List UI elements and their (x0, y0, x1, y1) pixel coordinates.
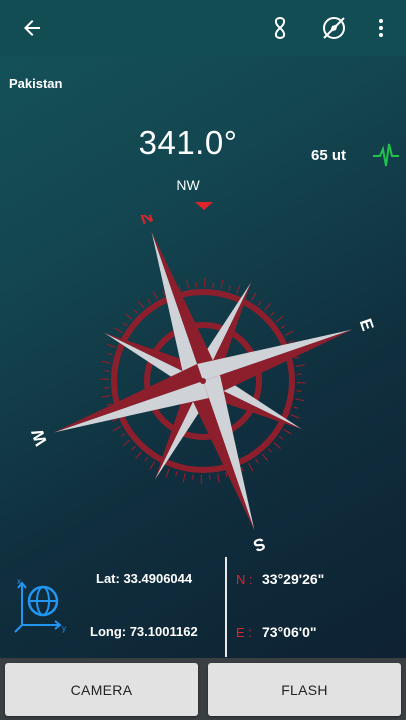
longitude-value: Long: 73.1001162 (90, 624, 198, 639)
pulse-icon[interactable] (372, 140, 400, 170)
back-button[interactable] (12, 8, 52, 48)
compass-off-icon (323, 17, 345, 39)
location-label: Pakistan (9, 76, 63, 91)
camera-button[interactable]: CAMERA (5, 663, 198, 716)
toolbar (0, 0, 406, 56)
arrow-left-icon (24, 20, 40, 36)
globe-axes-icon: x y (14, 579, 66, 633)
east-dms-value: 73°06'0" (262, 624, 317, 640)
latitude-value: Lat: 33.4906044 (96, 571, 193, 586)
compass-toggle-button[interactable] (314, 8, 354, 48)
compass-south-label: S (251, 534, 268, 555)
magnetic-field-value: 65 ut (311, 147, 347, 164)
more-vert-icon (379, 19, 383, 37)
svg-text:y: y (62, 624, 66, 633)
heading-direction: NW (176, 177, 200, 193)
coordinates-divider (225, 557, 227, 657)
north-dms-value: 33°29'26" (262, 571, 325, 587)
compass-center (200, 378, 206, 384)
bottom-button-bar: CAMERA FLASH (0, 658, 406, 720)
east-label: E : (236, 625, 252, 640)
compass-north-label: N (138, 215, 156, 228)
calibrate-button[interactable] (260, 8, 300, 48)
figure-eight-icon (274, 16, 286, 40)
flash-button[interactable]: FLASH (208, 663, 401, 716)
svg-text:x: x (17, 579, 21, 586)
heading-pointer-icon (195, 202, 213, 210)
overflow-menu-button[interactable] (361, 8, 401, 48)
compass-rose[interactable]: N E S W (0, 215, 406, 555)
coordinates-panel: x y Lat: 33.4906044 Long: 73.1001162 N :… (0, 555, 406, 658)
north-label: N : (236, 572, 253, 587)
compass-west-label: W (28, 426, 51, 448)
compass-app-screen: Pakistan 341.0° NW 65 ut N E S W x y Lat… (0, 0, 406, 720)
compass-east-label: E (356, 316, 378, 333)
